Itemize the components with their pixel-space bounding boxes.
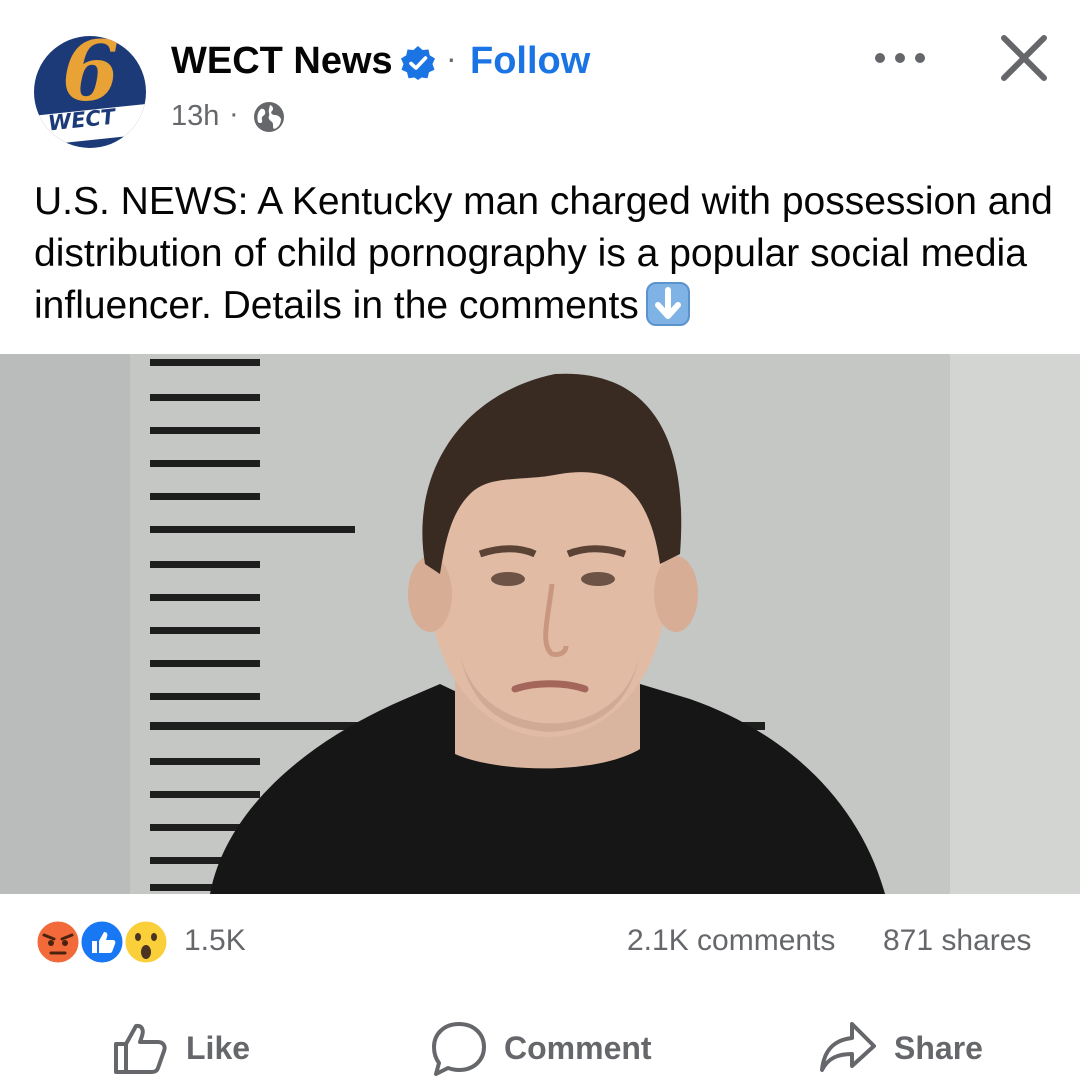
comments-count[interactable]: 2.1K comments — [627, 924, 835, 958]
photo-right-wall — [950, 354, 1080, 894]
like-label: Like — [186, 1030, 251, 1066]
like-reaction-icon — [78, 918, 126, 966]
follow-button[interactable]: Follow — [470, 40, 590, 83]
shares-count[interactable]: 871 shares — [883, 924, 1031, 958]
post-timestamp[interactable]: 13h — [171, 100, 219, 133]
verified-badge-icon — [401, 46, 435, 80]
down-arrow-emoji-icon — [645, 281, 690, 326]
share-label: Share — [894, 1030, 983, 1066]
reaction-count[interactable]: 1.5K — [184, 924, 246, 958]
name-separator: · — [446, 40, 457, 76]
post-header: 6 WECT WECT News · Follow 13h · — [0, 0, 1080, 160]
person-right-ear — [654, 556, 698, 632]
page-name[interactable]: WECT News — [171, 40, 393, 83]
share-button[interactable]: Share — [818, 1016, 998, 1080]
post-text: U.S. NEWS: A Kentucky man charged with p… — [34, 176, 1054, 332]
page-avatar[interactable]: 6 WECT — [34, 36, 146, 148]
person-left-eye — [491, 572, 525, 586]
post-text-body: U.S. NEWS: A Kentucky man charged with p… — [34, 180, 1053, 327]
comment-label: Comment — [504, 1030, 652, 1066]
person-right-eye — [581, 572, 615, 586]
time-separator: · — [229, 98, 239, 130]
photo-left-wall — [0, 354, 130, 894]
person-left-ear — [408, 556, 452, 632]
like-button[interactable]: Like — [112, 1016, 272, 1080]
post-photo[interactable] — [0, 354, 1080, 894]
reaction-icons[interactable] — [34, 918, 184, 966]
avatar-logo-number: 6 — [62, 36, 120, 120]
globe-icon — [254, 102, 284, 132]
more-options-icon[interactable] — [872, 46, 928, 70]
wow-reaction-icon — [122, 918, 170, 966]
comment-bubble-icon — [432, 1022, 486, 1076]
share-arrow-icon — [820, 1022, 876, 1072]
angry-reaction-icon — [34, 918, 82, 966]
close-icon[interactable] — [996, 30, 1052, 86]
thumbs-up-icon — [114, 1023, 167, 1074]
comment-button[interactable]: Comment — [430, 1016, 670, 1080]
